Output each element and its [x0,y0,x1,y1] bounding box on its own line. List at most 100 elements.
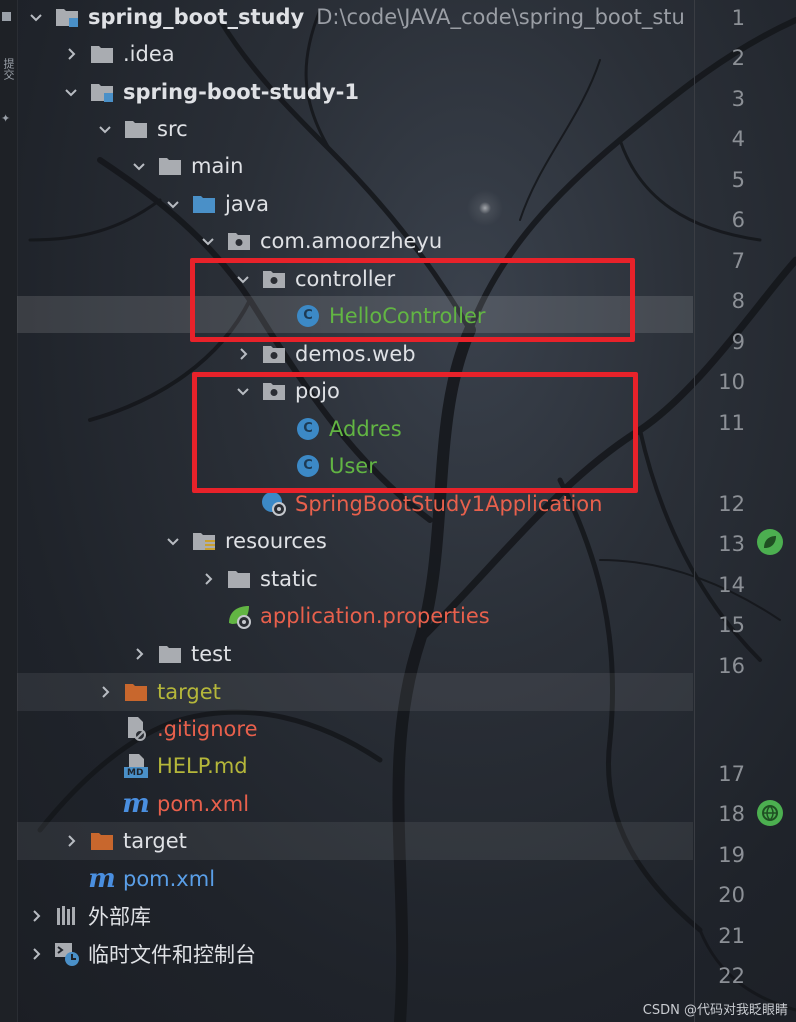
chevron-right-icon[interactable] [63,833,79,849]
source-folder-icon [191,192,217,216]
annotation-box-controller [190,258,635,342]
line-number: 21 [718,924,745,948]
tree-item-label: 临时文件和控制台 [88,942,256,967]
side-tool-strip: 提交 ✦ [0,0,18,1022]
line-number: 13 [718,532,745,556]
tree-item-label: resources [225,528,327,553]
tree-item-label: pom.xml [123,866,216,891]
tree-item-module-pom[interactable]: m pom.xml [97,785,249,822]
folder-icon [157,154,183,178]
line-number: 19 [718,843,745,867]
commit-tool-tab[interactable]: 提交 [1,58,15,80]
chevron-down-icon[interactable] [200,233,216,249]
tree-item-label: HELP.md [157,753,248,778]
chevron-right-icon[interactable] [131,646,147,662]
tree-item-label: SpringBootStudy1Application [295,491,603,516]
tree-item-label: java [225,191,269,216]
tree-item-scratches[interactable]: 临时文件和控制台 [28,935,256,972]
tree-item-label: test [191,641,232,666]
tree-item-application-properties[interactable]: application.properties [200,597,490,634]
line-number: 5 [731,168,745,192]
line-number: 11 [718,411,745,435]
tree-item-java[interactable]: java [165,185,269,222]
watermark: CSDN @代码对我眨眼睛 [642,1003,788,1018]
tree-item-label: .idea [123,41,175,66]
chevron-right-icon[interactable] [97,684,113,700]
editor-gutter: 1 2 3 4 5 6 7 8 9 10 11 12 13 14 15 16 1… [695,0,796,1022]
line-number: 12 [718,492,745,516]
tree-item-idea[interactable]: .idea [63,35,175,72]
tree-item-main[interactable]: main [131,147,243,184]
chevron-down-icon[interactable] [28,9,44,25]
chevron-down-icon[interactable] [97,121,113,137]
line-number: 9 [731,330,745,354]
spring-bean-gutter-icon[interactable] [757,529,783,555]
chevron-right-icon[interactable] [28,946,44,962]
tree-item-root-target[interactable]: target [63,822,187,859]
line-number: 20 [718,883,745,907]
settings-icon[interactable]: ✦ [1,112,10,125]
project-root-path: D:\code\JAVA_code\spring_boot_stu [316,4,685,29]
tree-item-external-libraries[interactable]: 外部库 [28,897,151,934]
tree-item-resources[interactable]: resources [165,522,327,559]
chevron-right-icon[interactable] [200,571,216,587]
line-number: 22 [718,964,745,988]
resources-folder-icon [191,529,217,553]
tree-item-test[interactable]: test [131,635,231,672]
library-icon [54,904,80,928]
excluded-folder-icon [123,680,149,704]
package-icon [261,342,287,366]
ignore-file-icon [123,716,149,741]
line-number: 17 [718,762,745,786]
chevron-right-icon[interactable] [28,908,44,924]
module-folder-icon [54,5,80,29]
line-number: 4 [731,127,745,151]
line-number: 6 [731,208,745,232]
tree-item-label: com.amoorzheyu [260,228,443,253]
maven-icon: m [88,863,116,894]
tree-item-root[interactable]: spring_boot_study D:\code\JAVA_code\spri… [28,0,685,35]
tree-item-help-md[interactable]: MD HELP.md [97,747,248,784]
folder-icon [89,42,115,66]
package-icon [226,229,252,253]
line-number: 1 [731,6,745,30]
module-folder-icon [89,80,115,104]
line-number: 15 [718,613,745,637]
line-number: 3 [731,87,745,111]
tree-item-root-pom[interactable]: m pom.xml [63,860,215,897]
folder-icon [123,117,149,141]
line-number: 16 [718,654,745,678]
tree-item-module-target[interactable]: target [97,673,221,710]
excluded-folder-icon [89,829,115,853]
tree-item-gitignore[interactable]: .gitignore [97,710,258,747]
line-number: 10 [718,370,745,394]
spring-config-icon [226,604,252,629]
chevron-down-icon[interactable] [165,533,181,549]
chevron-down-icon[interactable] [165,196,181,212]
tree-item-label: 外部库 [88,904,151,929]
web-endpoint-gutter-icon[interactable] [757,800,783,826]
chevron-down-icon[interactable] [131,158,147,174]
line-number: 2 [731,46,745,70]
chevron-right-icon[interactable] [63,46,79,62]
tree-item-label: main [191,153,244,178]
line-number: 14 [718,573,745,597]
tree-item-static[interactable]: static [200,560,318,597]
folder-icon [226,567,252,591]
tree-item-package[interactable]: com.amoorzheyu [200,222,442,259]
maven-icon: m [122,788,150,819]
tree-item-module[interactable]: spring-boot-study-1 [63,73,359,110]
annotation-box-pojo [192,372,638,493]
markdown-file-icon: MD [123,753,149,778]
line-number: 18 [718,802,745,826]
project-tree: spring_boot_study D:\code\JAVA_code\spri… [17,0,693,1022]
chevron-right-icon[interactable] [235,346,251,362]
stop-icon[interactable] [2,12,11,21]
tree-item-label: application.properties [260,603,490,628]
tree-item-label: src [157,116,188,141]
tree-item-label: .gitignore [157,716,258,741]
tree-item-src[interactable]: src [97,110,188,147]
tree-item-label: static [260,566,318,591]
project-root-name: spring_boot_study [88,4,305,29]
chevron-down-icon[interactable] [63,84,79,100]
